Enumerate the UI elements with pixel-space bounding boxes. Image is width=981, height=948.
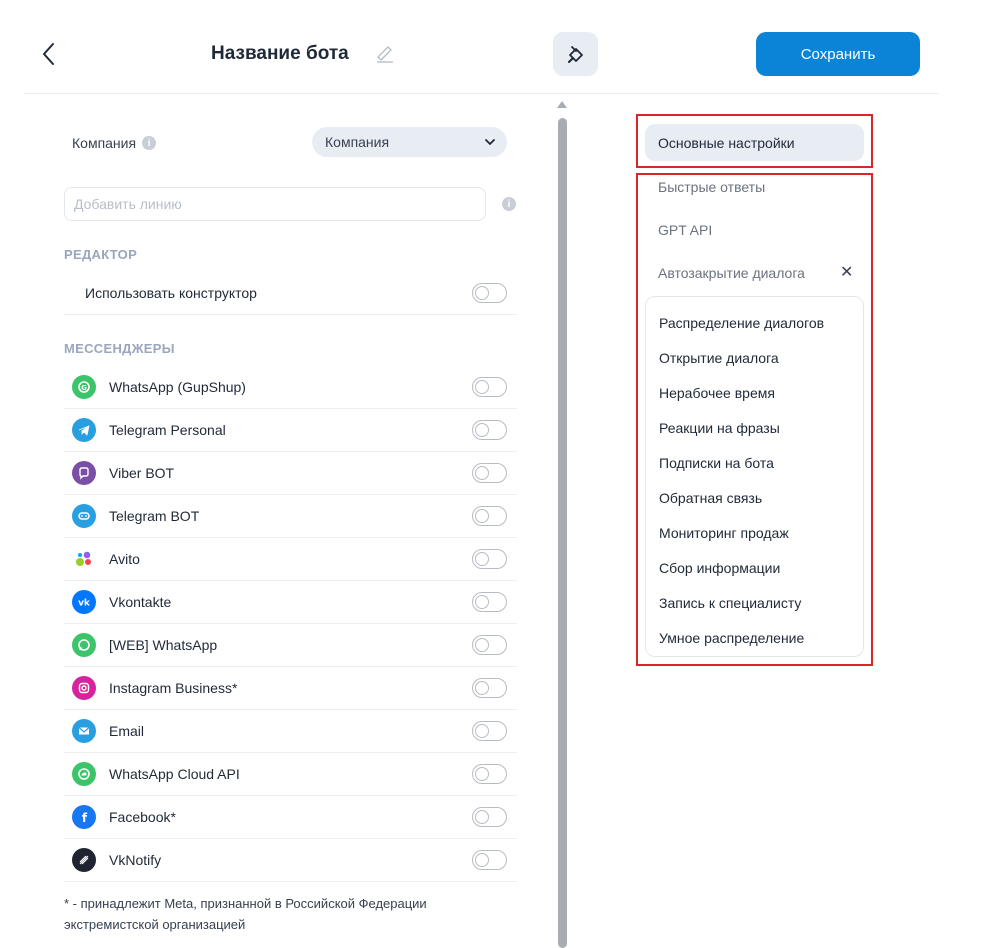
messenger-row-email: Email	[64, 710, 517, 753]
messenger-row-viber-bot: Viber BOT	[64, 452, 517, 495]
vknotify-icon	[72, 848, 96, 872]
svg-text:G: G	[81, 384, 87, 392]
messenger-toggle[interactable]	[472, 678, 507, 698]
vk-icon: vk	[72, 590, 96, 614]
info-icon[interactable]: i	[142, 136, 157, 150]
messenger-row-vkontakte: vk Vkontakte	[64, 581, 517, 624]
messenger-label: Telegram Personal	[109, 422, 226, 438]
back-button[interactable]	[36, 40, 60, 68]
company-select-value: Компания	[325, 134, 390, 150]
messenger-label: WhatsApp (GupShup)	[109, 379, 246, 395]
line-info-icon[interactable]: i	[502, 197, 516, 211]
messenger-row-whatsapp-cloud: WhatsApp Cloud API	[64, 753, 517, 796]
dropdown-item[interactable]: Запись к специалисту	[659, 595, 801, 611]
messenger-toggle[interactable]	[472, 807, 507, 827]
theme-button[interactable]	[553, 32, 598, 76]
svg-text:vk: vk	[78, 599, 91, 609]
messenger-row-telegram-bot: Telegram BOT	[64, 495, 517, 538]
messenger-label: Vkontakte	[109, 594, 172, 610]
messenger-row-avito: Avito	[64, 538, 517, 581]
menu-item-main-settings[interactable]: Основные настройки	[645, 124, 864, 161]
messenger-toggle[interactable]	[472, 420, 507, 440]
page-title: Название бота	[211, 43, 349, 64]
messenger-toggle[interactable]	[472, 592, 507, 612]
telegram-icon	[72, 418, 96, 442]
messengers-section-title: МЕССЕНДЖЕРЫ	[64, 341, 175, 356]
dropdown-item[interactable]: Распределение диалогов	[659, 315, 824, 331]
chevron-left-icon	[43, 43, 54, 65]
messenger-toggle[interactable]	[472, 635, 507, 655]
footnote: * - принадлежит Meta, признанной в Росси…	[64, 896, 427, 932]
scrollbar-thumb[interactable]	[558, 118, 567, 948]
messenger-label: Instagram Business*	[109, 680, 238, 696]
whatsapp-icon	[72, 633, 96, 657]
menu-item-quick-replies[interactable]: Быстрые ответы	[658, 179, 765, 195]
edit-name-icon[interactable]	[374, 42, 396, 64]
messenger-row-web-whatsapp: [WEB] WhatsApp	[64, 624, 517, 667]
messenger-label: Email	[109, 723, 145, 739]
messenger-row-whatsapp-gupshup: G WhatsApp (GupShup)	[64, 366, 517, 409]
company-label-text: Компания	[72, 135, 137, 151]
dropdown-item[interactable]: Реакции на фразы	[659, 420, 780, 436]
paint-bucket-icon	[567, 46, 583, 63]
viber-icon	[72, 461, 96, 485]
whatsapp-cloud-icon	[72, 762, 96, 786]
messenger-toggle[interactable]	[472, 764, 507, 784]
use-constructor-row: Использовать конструктор	[64, 272, 517, 315]
messenger-label: Viber BOT	[109, 465, 175, 481]
dropdown-item[interactable]: Мониторинг продаж	[659, 525, 789, 541]
dropdown-item[interactable]: Обратная связь	[659, 490, 762, 506]
messenger-row-facebook: f Facebook*	[64, 796, 517, 839]
header-divider	[24, 93, 939, 94]
facebook-icon: f	[72, 805, 96, 829]
company-select[interactable]: Компания	[312, 127, 507, 157]
menu-item-gpt-api[interactable]: GPT API	[658, 222, 712, 238]
add-line-input[interactable]	[64, 187, 486, 221]
close-icon[interactable]: ✕	[840, 262, 853, 282]
whatsapp-gupshup-icon: G	[72, 375, 96, 399]
messenger-toggle[interactable]	[472, 549, 507, 569]
save-button[interactable]: Сохранить	[756, 32, 920, 76]
messenger-toggle[interactable]	[472, 377, 507, 397]
svg-text:f: f	[82, 811, 88, 824]
messenger-label: Avito	[109, 551, 140, 567]
email-icon	[72, 719, 96, 743]
messenger-label: WhatsApp Cloud API	[109, 766, 240, 782]
messenger-toggle[interactable]	[472, 721, 507, 741]
messenger-label: [WEB] WhatsApp	[109, 637, 218, 653]
scroll-up-arrow[interactable]	[557, 101, 567, 108]
messenger-row-vknotify: VkNotify	[64, 839, 517, 882]
avito-icon	[72, 547, 96, 571]
dropdown-item[interactable]: Подписки на бота	[659, 455, 774, 471]
instagram-icon	[72, 676, 96, 700]
dropdown-item[interactable]: Открытие диалога	[659, 350, 779, 366]
company-label: Компания i	[72, 135, 157, 151]
dropdown-item[interactable]: Умное распределение	[659, 630, 804, 646]
use-constructor-label: Использовать конструктор	[85, 285, 257, 301]
messenger-toggle[interactable]	[472, 506, 507, 526]
use-constructor-toggle[interactable]	[472, 283, 507, 303]
menu-item-auto-close[interactable]: Автозакрытие диалога	[658, 265, 805, 281]
messenger-label: Facebook*	[109, 809, 176, 825]
messenger-row-instagram: Instagram Business*	[64, 667, 517, 710]
telegram-bot-icon	[72, 504, 96, 528]
messenger-label: Telegram BOT	[109, 508, 200, 524]
messenger-row-telegram-personal: Telegram Personal	[64, 409, 517, 452]
messenger-toggle[interactable]	[472, 850, 507, 870]
chevron-down-icon	[485, 139, 495, 145]
dropdown-item[interactable]: Нерабочее время	[659, 385, 775, 401]
editor-section-title: РЕДАКТОР	[64, 247, 138, 262]
messenger-toggle[interactable]	[472, 463, 507, 483]
messenger-label: VkNotify	[109, 852, 162, 868]
dropdown-item[interactable]: Сбор информации	[659, 560, 780, 576]
